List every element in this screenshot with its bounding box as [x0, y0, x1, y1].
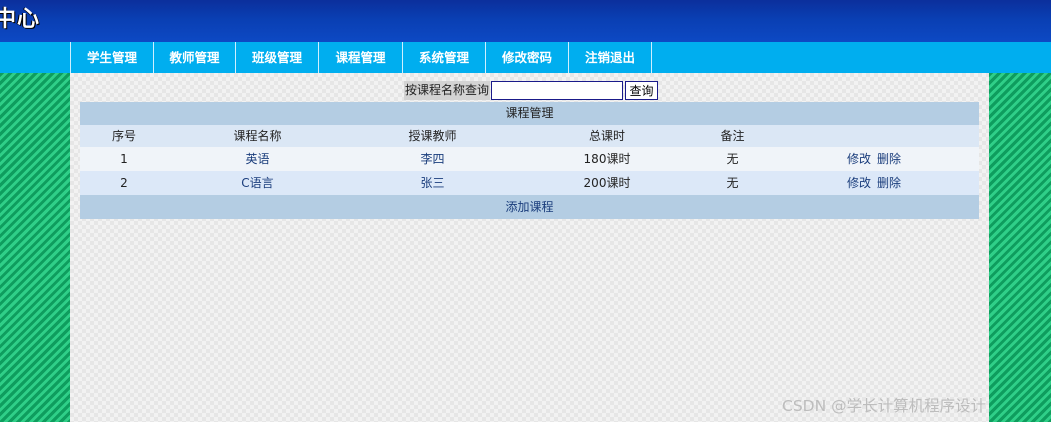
- header-no: 序号: [111, 129, 136, 143]
- delete-link[interactable]: 删除: [877, 171, 901, 195]
- add-course-link[interactable]: 添加课程: [505, 195, 553, 219]
- cell-total-hours: 200课时: [583, 176, 631, 190]
- header-teacher: 授课教师: [408, 129, 457, 143]
- header-actions: [769, 125, 979, 147]
- edit-link[interactable]: 修改: [847, 147, 871, 171]
- nav-item-logout[interactable]: 注销退出: [569, 42, 652, 73]
- cell-course-name: 英语: [245, 152, 270, 166]
- right-decoration: [989, 73, 1051, 422]
- nav-item-system-management[interactable]: 系统管理: [403, 42, 486, 73]
- table-caption-text: 课程管理: [505, 106, 554, 120]
- header-total-hours: 总课时: [588, 129, 625, 143]
- banner-title: 管理中心: [0, 7, 40, 32]
- search-label: 按课程名称查询: [404, 80, 491, 100]
- watermark: CSDN @学长计算机程序设计: [782, 397, 987, 415]
- cell-no: 1: [120, 152, 128, 166]
- table-footer: 添加课程: [80, 195, 979, 219]
- cell-remark: 无: [726, 176, 739, 190]
- edit-link[interactable]: 修改: [847, 171, 871, 195]
- table-header-row: 序号 课程名称 授课教师 总课时 备注: [80, 125, 979, 147]
- cell-total-hours: 180课时: [583, 152, 631, 166]
- course-name-search-input[interactable]: [491, 80, 624, 100]
- header-remark: 备注: [720, 129, 745, 143]
- header-course-name: 课程名称: [233, 129, 282, 143]
- left-decoration: [0, 73, 70, 422]
- nav-item-class-management[interactable]: 班级管理: [236, 42, 319, 73]
- cell-actions: 修改 删除: [769, 171, 979, 195]
- table-row: 1 英语 李四 180课时 无 修改 删除: [80, 147, 979, 171]
- nav-item-course-management[interactable]: 课程管理: [319, 42, 403, 73]
- header-banner: 管理中心: [0, 0, 1051, 42]
- nav-item-change-password[interactable]: 修改密码: [486, 42, 569, 73]
- search-bar: 按课程名称查询 查询: [404, 80, 659, 100]
- cell-teacher: 张三: [420, 176, 445, 190]
- table-caption: 课程管理: [80, 102, 979, 125]
- nav-bar: 学生管理 教师管理 班级管理 课程管理 系统管理 修改密码 注销退出: [0, 42, 1051, 73]
- cell-teacher: 李四: [420, 152, 445, 166]
- cell-no: 2: [120, 176, 128, 190]
- nav-menu: 学生管理 教师管理 班级管理 课程管理 系统管理 修改密码 注销退出: [70, 42, 652, 73]
- delete-link[interactable]: 删除: [877, 147, 901, 171]
- course-table: 课程管理 序号 课程名称 授课教师 总课时 备注 1 英语 李四 180课时 无…: [80, 102, 979, 219]
- cell-remark: 无: [726, 152, 739, 166]
- nav-item-student-management[interactable]: 学生管理: [71, 42, 154, 73]
- nav-item-teacher-management[interactable]: 教师管理: [154, 42, 236, 73]
- cell-actions: 修改 删除: [769, 147, 979, 171]
- table-row: 2 C语言 张三 200课时 无 修改 删除: [80, 171, 979, 195]
- cell-course-name: C语言: [241, 176, 274, 190]
- search-button[interactable]: 查询: [625, 80, 659, 100]
